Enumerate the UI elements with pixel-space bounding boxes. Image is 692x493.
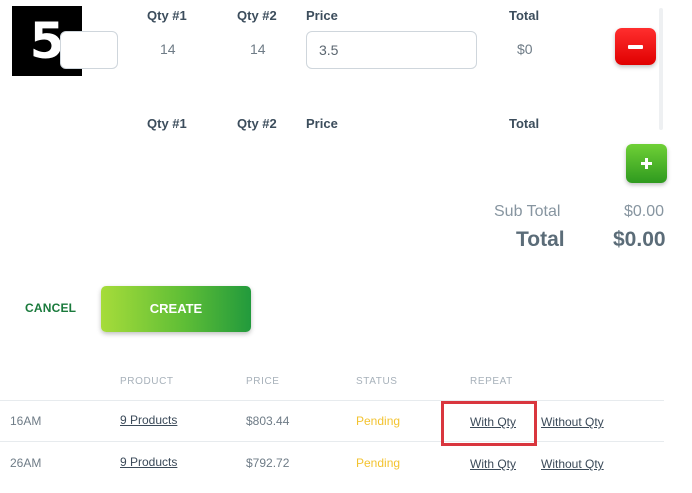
order-price: $803.44 [246, 414, 290, 428]
subtotal-value: $0.00 [624, 203, 665, 220]
qty1-value[interactable]: 14 [160, 41, 176, 57]
qty1-header-row2: Qty #1 [147, 116, 187, 131]
column-header-product: PRODUCT [120, 376, 174, 387]
repeat-without-qty-link[interactable]: Without Qty [541, 457, 604, 471]
total-label: Total [516, 228, 565, 251]
subtotal-label: Sub Total [494, 203, 561, 220]
products-link[interactable]: 9 Products [120, 413, 177, 427]
total-header: Total [509, 8, 540, 23]
status-badge: Pending [356, 456, 401, 470]
table-divider [0, 400, 664, 401]
qty2-header-row2: Qty #2 [237, 116, 277, 131]
repeat-with-qty-link[interactable]: With Qty [470, 457, 516, 471]
table-divider [0, 441, 664, 442]
price-header: Price [306, 8, 338, 23]
order-time: 26AM [10, 456, 42, 470]
line-items-scrollbar[interactable] [659, 8, 663, 130]
products-link[interactable]: 9 Products [120, 455, 177, 469]
column-header-price: PRICE [246, 376, 280, 387]
repeat-without-qty-link[interactable]: Without Qty [541, 415, 604, 429]
remove-row-button[interactable] [615, 28, 656, 65]
minus-icon [628, 45, 643, 49]
order-time: 16AM [10, 414, 42, 428]
add-row-button[interactable] [626, 144, 667, 183]
highlight-annotation-box [441, 401, 537, 446]
column-header-repeat: REPEAT [470, 376, 513, 387]
qty1-header: Qty #1 [147, 8, 187, 23]
price-header-row2: Price [306, 116, 338, 131]
order-price: $792.72 [246, 456, 290, 470]
cancel-button[interactable]: CANCEL [25, 301, 76, 315]
status-badge: Pending [356, 414, 401, 428]
product-input-partial[interactable] [60, 31, 118, 69]
qty2-value[interactable]: 14 [250, 41, 266, 57]
column-header-status: STATUS [356, 376, 398, 387]
total-value: $0.00 [613, 228, 666, 251]
price-input[interactable]: 3.5 [306, 31, 477, 69]
total-header-row2: Total [509, 116, 540, 131]
line-total-value: $0 [517, 41, 533, 57]
qty2-header: Qty #2 [237, 8, 277, 23]
create-button[interactable]: CREATE [101, 286, 251, 332]
